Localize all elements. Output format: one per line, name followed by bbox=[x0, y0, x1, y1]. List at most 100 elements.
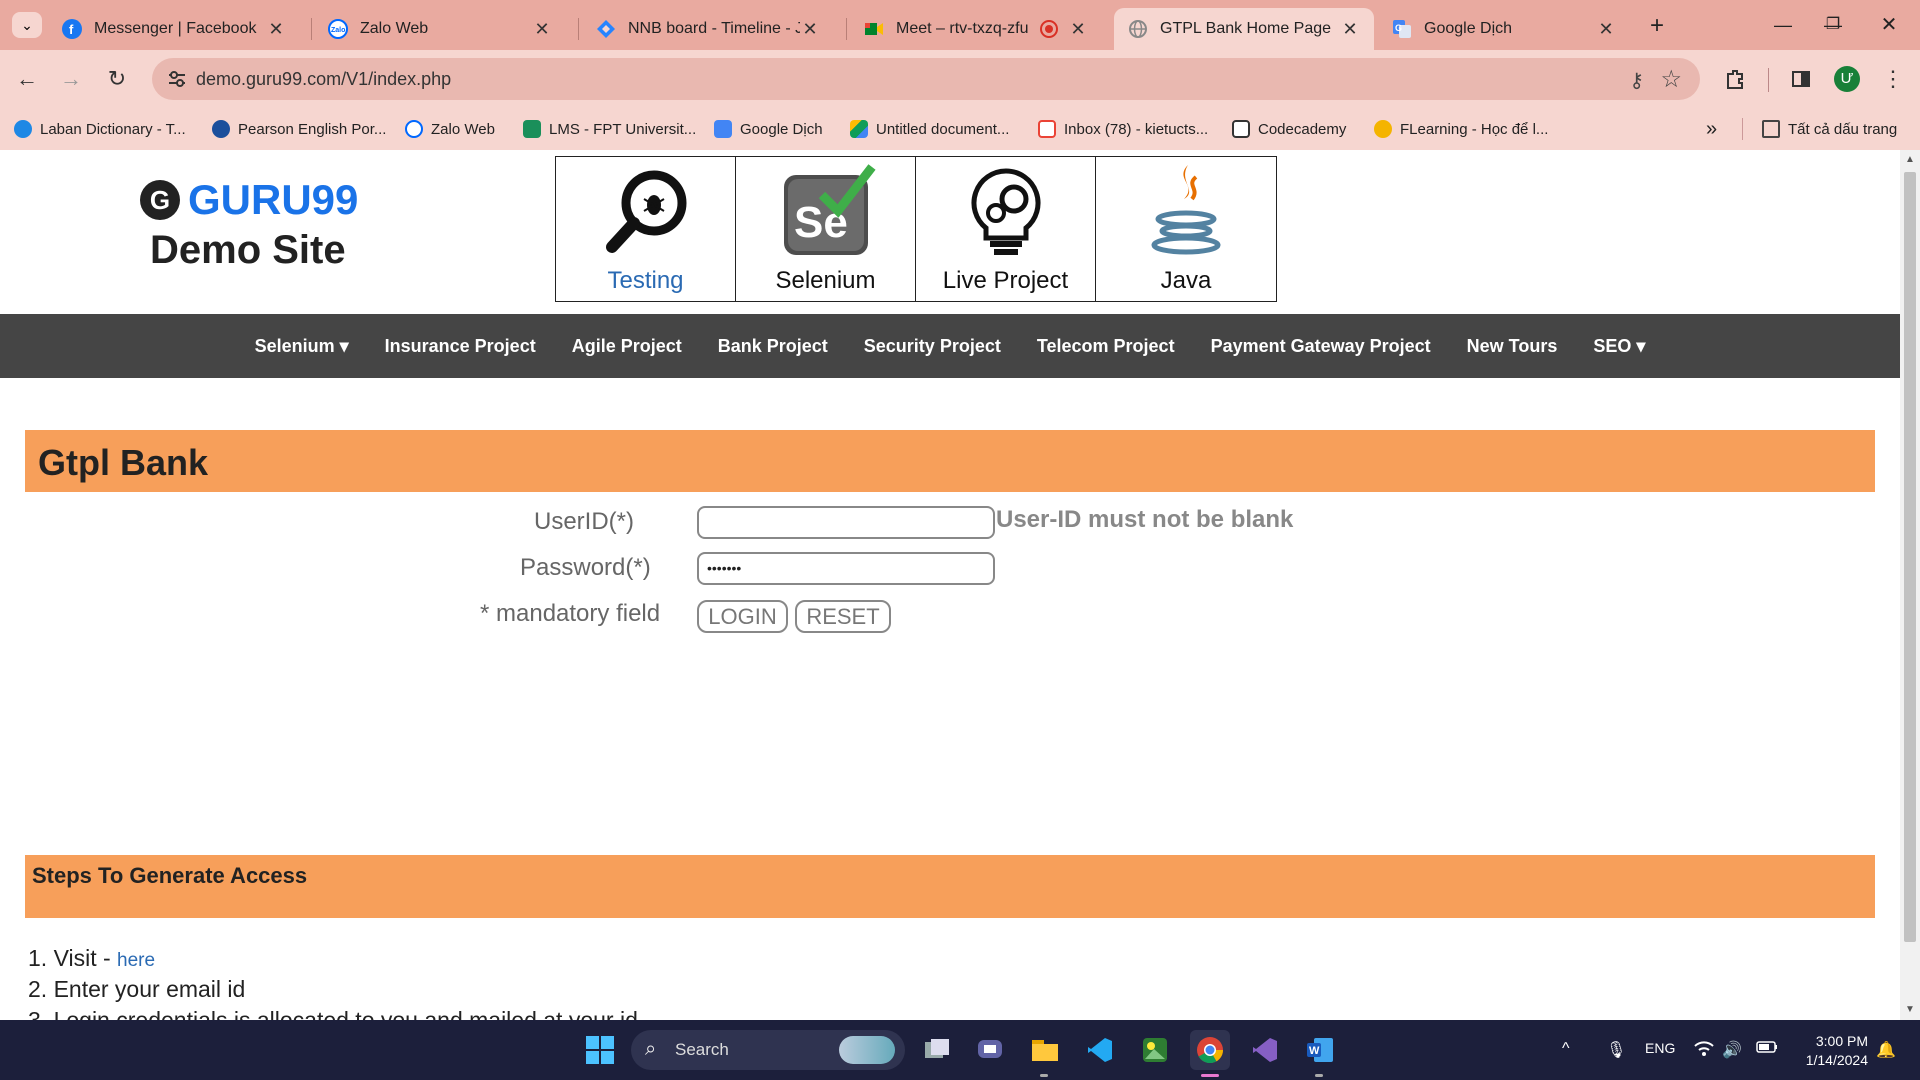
reload-icon[interactable]: ↻ bbox=[100, 62, 134, 96]
svg-text:G: G bbox=[1395, 23, 1402, 33]
close-icon[interactable]: ✕ bbox=[1596, 19, 1616, 39]
password-key-icon[interactable]: ⚷ bbox=[1629, 68, 1644, 93]
microphone-icon[interactable]: 🎙 bbox=[1606, 1040, 1626, 1060]
bookmark-label: LMS - FPT Universit... bbox=[549, 120, 697, 138]
word-running-indicator bbox=[1315, 1074, 1323, 1077]
steps-heading: Steps To Generate Access bbox=[25, 855, 1875, 918]
tab-zalo[interactable]: Zalo Zalo Web ✕ bbox=[314, 8, 566, 50]
nav-security-project[interactable]: Security Project bbox=[864, 336, 1001, 357]
windows-start-icon[interactable] bbox=[580, 1030, 620, 1070]
notification-bell-icon[interactable]: 🔔 bbox=[1876, 1040, 1896, 1060]
tab-gtpl-bank[interactable]: GTPL Bank Home Page ✕ bbox=[1114, 8, 1374, 50]
tab-meet[interactable]: Meet – rtv-txzq-zfu ✕ bbox=[850, 8, 1102, 50]
minimize-icon-alt[interactable]: — bbox=[1760, 10, 1806, 40]
restore-icon[interactable]: ❐ bbox=[1810, 10, 1856, 40]
bookmark-item[interactable]: Codecademy bbox=[1232, 118, 1346, 140]
password-input[interactable]: ••••••• bbox=[697, 552, 995, 585]
profile-avatar[interactable]: Ư bbox=[1834, 66, 1860, 92]
side-panel-icon[interactable] bbox=[1784, 62, 1818, 96]
tab-jira[interactable]: NNB board - Timeline - Jira ✕ bbox=[582, 8, 834, 50]
new-tab-button[interactable]: + bbox=[1650, 12, 1664, 40]
nav-payment-gateway-project[interactable]: Payment Gateway Project bbox=[1211, 336, 1431, 357]
bookmark-label: Tất cả dấu trang bbox=[1788, 120, 1898, 138]
reset-button[interactable]: RESET bbox=[795, 600, 891, 633]
scroll-down-arrow-icon[interactable]: ▼ bbox=[1905, 1004, 1915, 1015]
extensions-icon[interactable] bbox=[1718, 62, 1752, 96]
nav-agile-project[interactable]: Agile Project bbox=[572, 336, 682, 357]
bookmark-item[interactable]: Google Dịch bbox=[714, 118, 823, 140]
tile-testing[interactable]: Testing bbox=[556, 157, 736, 301]
vscode-icon[interactable] bbox=[1080, 1030, 1120, 1070]
word-icon[interactable]: W bbox=[1300, 1030, 1340, 1070]
web-page: G GURU99 Demo Site Testing Se Selenium Li… bbox=[0, 150, 1900, 1020]
bookmark-label: Zalo Web bbox=[431, 120, 495, 138]
back-icon[interactable]: ← bbox=[10, 62, 44, 96]
bookmark-star-icon[interactable]: ☆ bbox=[1660, 65, 1682, 94]
svg-text:Zalo: Zalo bbox=[331, 27, 345, 34]
bookmark-label: Pearson English Por... bbox=[238, 120, 387, 138]
page-scrollbar[interactable]: ▲ ▼ bbox=[1900, 150, 1920, 1020]
tile-java[interactable]: Java bbox=[1096, 157, 1276, 301]
tab-title: Zalo Web bbox=[360, 20, 429, 37]
chrome-active-indicator bbox=[1201, 1074, 1219, 1077]
close-icon[interactable]: ✕ bbox=[1340, 19, 1360, 39]
nav-bank-project[interactable]: Bank Project bbox=[718, 336, 828, 357]
here-link[interactable]: here bbox=[117, 950, 155, 971]
photos-app-icon[interactable] bbox=[1135, 1030, 1175, 1070]
more-bookmarks-button[interactable]: » bbox=[1706, 118, 1717, 140]
nav-new-tours[interactable]: New Tours bbox=[1467, 336, 1558, 357]
tab-messenger[interactable]: f Messenger | Facebook ✕ bbox=[48, 8, 300, 50]
wifi-icon[interactable] bbox=[1694, 1040, 1714, 1061]
close-icon[interactable]: ✕ bbox=[800, 19, 820, 39]
bookmark-divider bbox=[1742, 118, 1743, 140]
bookmark-item[interactable]: Inbox (78) - kietucts... bbox=[1038, 118, 1208, 140]
chevron-up-icon[interactable]: ^ bbox=[1562, 1040, 1570, 1058]
tile-live-project[interactable]: Live Project bbox=[916, 157, 1096, 301]
menu-kebab-icon[interactable]: ⋮ bbox=[1876, 62, 1910, 96]
globe-icon bbox=[1128, 19, 1148, 39]
site-info-icon[interactable] bbox=[166, 68, 188, 90]
close-icon[interactable]: ✕ bbox=[1068, 19, 1088, 39]
logo-subtitle: Demo Site bbox=[150, 228, 346, 272]
bookmark-item[interactable]: LMS - FPT Universit... bbox=[523, 118, 696, 140]
system-clock[interactable]: 3:00 PM 1/14/2024 bbox=[1792, 1032, 1868, 1070]
visual-studio-icon[interactable] bbox=[1245, 1030, 1285, 1070]
volume-icon[interactable]: 🔊 bbox=[1722, 1040, 1742, 1060]
nav-selenium[interactable]: Selenium ▾ bbox=[255, 336, 349, 357]
guru99-logo-icon: G bbox=[140, 180, 180, 220]
scrollbar-thumb[interactable] bbox=[1904, 172, 1916, 942]
scroll-up-arrow-icon[interactable]: ▲ bbox=[1905, 154, 1915, 165]
bookmark-item[interactable]: Pearson English Por... bbox=[212, 118, 386, 140]
nav-insurance-project[interactable]: Insurance Project bbox=[385, 336, 536, 357]
nav-telecom-project[interactable]: Telecom Project bbox=[1037, 336, 1175, 357]
teams-chat-icon[interactable] bbox=[970, 1030, 1010, 1070]
taskbar-search[interactable]: ⌕ Search bbox=[631, 1030, 905, 1070]
task-view-icon[interactable] bbox=[917, 1030, 957, 1070]
bookmark-item[interactable]: Laban Dictionary - T... bbox=[14, 118, 186, 140]
bookmark-item[interactable]: Untitled document... bbox=[850, 118, 1009, 140]
tab-separator bbox=[846, 18, 847, 40]
bookmark-label: Inbox (78) - kietucts... bbox=[1064, 120, 1209, 138]
nav-seo[interactable]: SEO ▾ bbox=[1593, 336, 1645, 357]
language-indicator[interactable]: ENG bbox=[1645, 1040, 1675, 1056]
search-icon: ⌕ bbox=[645, 1038, 657, 1060]
close-icon[interactable]: ✕ bbox=[266, 19, 286, 39]
tab-google-translate[interactable]: G Google Dịch ✕ bbox=[1378, 8, 1630, 50]
all-bookmarks-folder[interactable]: Tất cả dấu trang bbox=[1762, 118, 1897, 140]
tab-search-button[interactable]: ⌄ bbox=[12, 12, 42, 38]
userid-error-message: User-ID must not be blank bbox=[996, 506, 1294, 533]
bookmark-item[interactable]: FLearning - Học để l... bbox=[1374, 118, 1548, 140]
chrome-icon[interactable] bbox=[1190, 1030, 1230, 1070]
window-close-icon[interactable]: ✕ bbox=[1866, 10, 1912, 40]
userid-input[interactable] bbox=[697, 506, 995, 539]
bookmark-item[interactable]: Zalo Web bbox=[405, 118, 495, 140]
address-bar[interactable]: demo.guru99.com/V1/index.php ⚷ ☆ bbox=[152, 58, 1700, 100]
battery-icon[interactable] bbox=[1756, 1040, 1778, 1057]
login-button[interactable]: LOGIN bbox=[697, 600, 788, 633]
forward-icon[interactable]: → bbox=[54, 62, 88, 96]
tile-selenium[interactable]: Se Selenium bbox=[736, 157, 916, 301]
close-icon[interactable]: ✕ bbox=[532, 19, 552, 39]
google-drive-icon bbox=[850, 120, 868, 138]
guru99-logo[interactable]: G GURU99 Demo Site bbox=[140, 176, 358, 273]
file-explorer-icon[interactable] bbox=[1025, 1030, 1065, 1070]
